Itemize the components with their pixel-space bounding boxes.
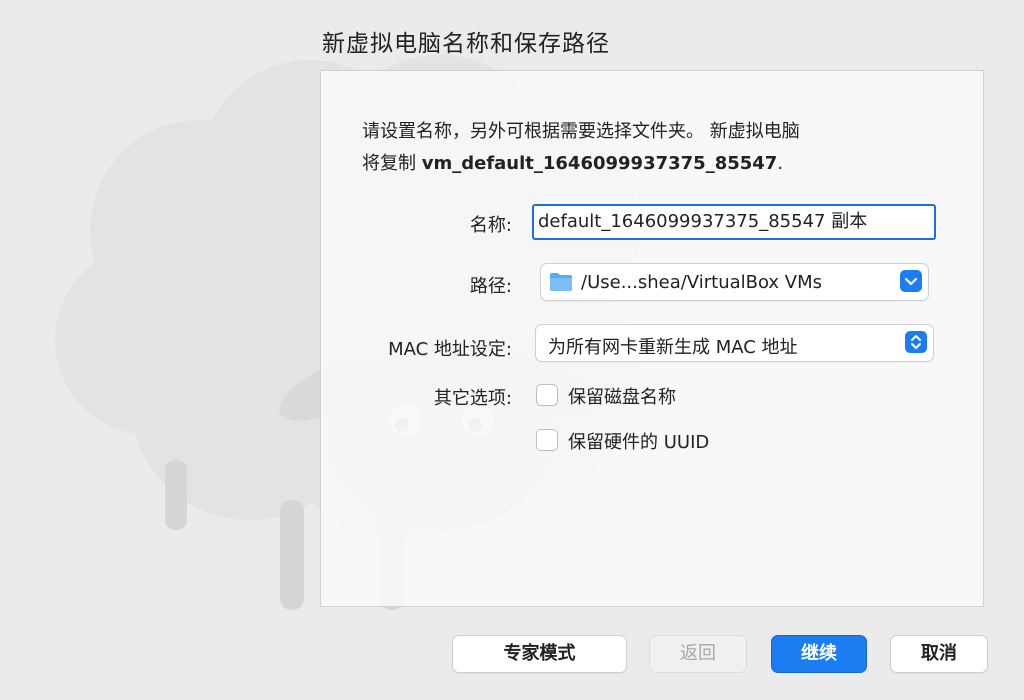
description-line2: 将复制 vm_default_1646099937375_85547. — [362, 148, 942, 180]
dialog-title: 新虚拟电脑名称和保存路径 — [322, 31, 610, 57]
keep-hw-uuid-label[interactable]: 保留硬件的 UUID — [568, 428, 709, 454]
keep-hw-uuid-checkbox[interactable] — [537, 430, 557, 450]
path-select[interactable]: /Use...shea/VirtualBox VMs — [541, 264, 928, 300]
description-suffix: . — [777, 153, 784, 174]
chevron-down-icon — [900, 270, 922, 292]
description: 请设置名称，另外可根据需要选择文件夹。 新虚拟电脑 将复制 vm_default… — [362, 116, 942, 180]
other-options-label: 其它选项: — [433, 388, 512, 409]
mac-label: MAC 地址设定: — [388, 339, 512, 360]
name-label: 名称: — [469, 215, 512, 236]
source-vm-name: vm_default_1646099937375_85547 — [421, 153, 778, 174]
continue-button[interactable]: 继续 — [772, 636, 866, 672]
path-label: 路径: — [469, 276, 512, 297]
keep-disk-names-checkbox[interactable] — [537, 385, 557, 405]
cancel-button[interactable]: 取消 — [891, 636, 987, 672]
updown-chevron-icon — [905, 331, 927, 353]
path-value: /Use...shea/VirtualBox VMs — [581, 272, 823, 293]
keep-disk-names-label[interactable]: 保留磁盘名称 — [568, 383, 676, 409]
mac-policy-select[interactable]: 为所有网卡重新生成 MAC 地址 — [536, 325, 933, 361]
folder-icon — [550, 273, 572, 291]
description-prefix: 将复制 — [362, 153, 422, 174]
description-line1: 请设置名称，另外可根据需要选择文件夹。 新虚拟电脑 — [362, 121, 800, 142]
back-button[interactable]: 返回 — [650, 636, 746, 672]
expert-mode-button[interactable]: 专家模式 — [453, 636, 626, 672]
name-input[interactable]: default_1646099937375_85547 副本 — [532, 204, 936, 240]
name-input-value: default_1646099937375_85547 副本 — [538, 211, 868, 232]
mac-policy-value: 为所有网卡重新生成 MAC 地址 — [548, 337, 798, 358]
dialog-window: 新虚拟电脑名称和保存路径 请设置名称，另外可根据需要选择文件夹。 新虚拟电脑 将… — [0, 0, 1024, 700]
